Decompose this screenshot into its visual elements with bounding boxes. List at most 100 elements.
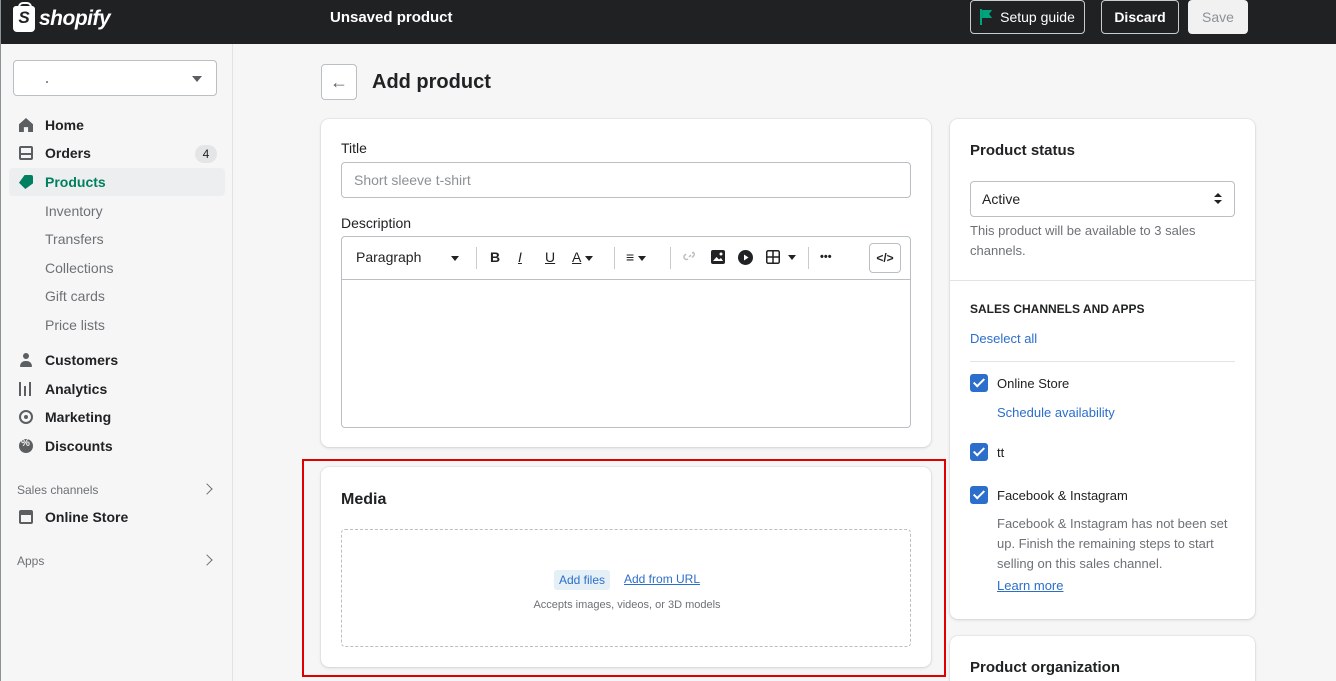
marketing-icon xyxy=(19,410,33,424)
chevron-down-icon xyxy=(638,255,647,261)
sidebar-subitem-transfers[interactable]: Transfers xyxy=(45,231,104,247)
sidebar-subitem-inventory[interactable]: Inventory xyxy=(45,203,103,219)
chevron-right-icon[interactable] xyxy=(201,483,213,495)
toolbar-divider xyxy=(808,247,809,269)
sidebar-item-label: Home xyxy=(45,117,84,133)
top-bar: S shopify Unsaved product Setup guide Di… xyxy=(0,0,1336,44)
setup-guide-label: Setup guide xyxy=(1000,9,1075,25)
align-left-icon: ≡ xyxy=(626,249,635,265)
sidebar-item-orders[interactable]: Orders 4 xyxy=(9,139,225,167)
select-arrows-icon xyxy=(1214,193,1222,205)
online-store-checkbox[interactable] xyxy=(970,374,988,392)
store-selector[interactable] xyxy=(13,60,217,96)
toolbar-divider xyxy=(614,247,615,269)
sidebar-item-label: Customers xyxy=(45,352,119,368)
sidebar-item-discounts[interactable]: Discounts xyxy=(9,432,225,460)
sidebar-item-products[interactable]: Products xyxy=(9,168,225,196)
analytics-icon xyxy=(19,382,33,396)
store-name-placeholder xyxy=(46,81,48,83)
sidebar-item-label: Marketing xyxy=(45,409,112,425)
description-editor[interactable]: Paragraph B I U A ≡ ••• </> xyxy=(341,236,911,428)
status-value: Active xyxy=(982,191,1021,207)
sales-channels-title: SALES CHANNELS AND APPS xyxy=(970,302,1145,316)
tag-icon xyxy=(19,175,33,189)
page-title: Add product xyxy=(372,71,491,93)
sidebar-item-home[interactable]: Home xyxy=(9,111,225,139)
bold-button[interactable]: B xyxy=(490,249,500,265)
image-icon[interactable] xyxy=(711,250,725,267)
add-from-url-link[interactable]: Add from URL xyxy=(624,572,700,586)
accepts-hint: Accepts images, videos, or 3D models xyxy=(533,599,721,611)
toolbar-divider xyxy=(476,247,477,269)
setup-guide-button[interactable]: Setup guide xyxy=(970,0,1085,34)
chevron-down-icon xyxy=(192,76,202,82)
chevron-down-icon xyxy=(787,255,796,260)
arrow-left-icon: ← xyxy=(330,71,348,92)
more-options-button[interactable]: ••• xyxy=(820,251,832,263)
product-organization-card: Product organization xyxy=(950,636,1255,681)
sidebar-item-label: Orders xyxy=(45,145,91,161)
paragraph-format-select[interactable]: Paragraph xyxy=(356,249,460,265)
sidebar-subitem-gift-cards[interactable]: Gift cards xyxy=(45,288,105,304)
divider xyxy=(970,361,1235,362)
discard-button[interactable]: Discard xyxy=(1101,0,1179,34)
sidebar-item-customers[interactable]: Customers xyxy=(9,346,225,374)
orders-count-badge: 4 xyxy=(195,145,217,163)
store-icon xyxy=(19,510,33,524)
add-files-button[interactable]: Add files xyxy=(554,570,611,590)
media-card: Media Add files Add from URL Accepts ima… xyxy=(321,467,931,667)
logo-glyph: S xyxy=(18,8,30,27)
underline-button[interactable]: U xyxy=(545,249,555,265)
facebook-instagram-note: Facebook & Instagram has not been set up… xyxy=(997,516,1228,571)
media-title: Media xyxy=(341,491,387,508)
code-view-button[interactable]: </> xyxy=(869,243,901,273)
tt-checkbox[interactable] xyxy=(970,443,988,461)
flag-icon xyxy=(980,9,992,25)
description-label: Description xyxy=(341,215,412,231)
title-label: Title xyxy=(341,140,367,156)
shopify-bag-icon: S xyxy=(13,2,35,32)
link-icon[interactable] xyxy=(683,249,697,266)
product-organization-title: Product organization xyxy=(970,659,1120,676)
save-button[interactable]: Save xyxy=(1188,0,1248,34)
title-input[interactable]: Short sleeve t-shirt xyxy=(341,162,911,198)
sidebar-item-analytics[interactable]: Analytics xyxy=(9,375,225,403)
sidebar-subitem-price-lists[interactable]: Price lists xyxy=(45,317,105,333)
discount-icon xyxy=(19,438,33,453)
back-button[interactable]: ← xyxy=(321,64,357,100)
chevron-down-icon xyxy=(585,255,594,261)
media-dropzone[interactable]: Add files Add from URL Accepts images, v… xyxy=(341,529,911,647)
divider xyxy=(950,280,1255,281)
status-select[interactable]: Active xyxy=(970,181,1235,217)
chevron-down-icon xyxy=(451,255,460,261)
sales-channels-heading: Sales channels xyxy=(17,483,99,497)
chevron-right-icon[interactable] xyxy=(201,554,213,566)
sidebar-subitem-collections[interactable]: Collections xyxy=(45,260,113,276)
sidebar-item-label: Online Store xyxy=(45,509,129,525)
sidebar-item-online-store[interactable]: Online Store xyxy=(9,503,225,531)
orders-icon xyxy=(19,146,33,160)
customer-icon xyxy=(19,353,33,367)
table-button[interactable] xyxy=(766,250,796,267)
italic-button[interactable]: I xyxy=(518,249,522,265)
text-color-label: A xyxy=(572,249,582,265)
logo-text: shopify xyxy=(39,7,111,30)
facebook-instagram-checkbox[interactable] xyxy=(970,486,988,504)
online-store-label: Online Store xyxy=(997,376,1070,391)
title-description-card: Title Short sleeve t-shirt Description P… xyxy=(321,119,931,447)
align-button[interactable]: ≡ xyxy=(626,249,647,265)
product-status-card: Product status Active This product will … xyxy=(950,119,1255,619)
apps-heading: Apps xyxy=(17,554,45,568)
home-icon xyxy=(19,118,33,132)
product-status-title: Product status xyxy=(970,142,1076,159)
sidebar-item-marketing[interactable]: Marketing xyxy=(9,403,225,431)
toolbar-divider xyxy=(670,247,671,269)
text-color-button[interactable]: A xyxy=(572,249,594,265)
video-icon[interactable] xyxy=(738,250,753,268)
facebook-instagram-label: Facebook & Instagram xyxy=(997,488,1128,503)
learn-more-link[interactable]: Learn more xyxy=(997,578,1063,593)
deselect-all-link[interactable]: Deselect all xyxy=(970,331,1037,346)
sidebar-item-label: Products xyxy=(45,174,106,190)
schedule-availability-link[interactable]: Schedule availability xyxy=(997,405,1115,420)
shopify-logo[interactable]: S shopify xyxy=(13,2,111,32)
